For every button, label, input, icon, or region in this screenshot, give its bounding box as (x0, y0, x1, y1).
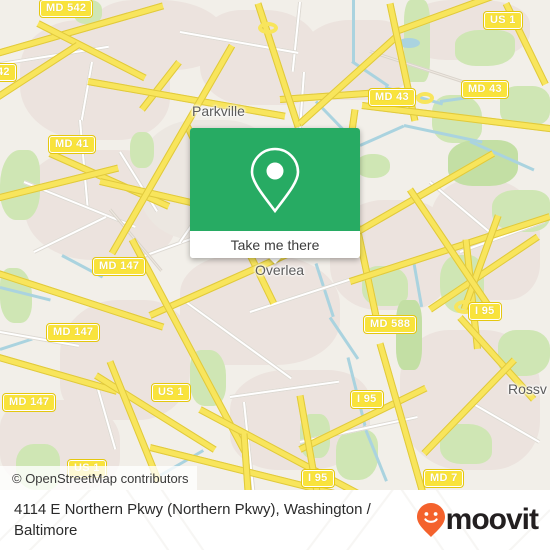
road-shield: MD 7 (422, 469, 465, 488)
park-area (336, 430, 378, 480)
take-me-there-label: Take me there (230, 236, 320, 253)
road-shield: MD 588 (362, 315, 418, 334)
road-shield: US 1 (483, 11, 523, 30)
road-shield: MD 41 (48, 135, 96, 154)
moovit-brand[interactable]: moovit (416, 502, 539, 538)
take-me-there-button[interactable]: Take me there (190, 231, 360, 258)
water-line (359, 124, 405, 147)
park-area (455, 30, 515, 66)
road-shield: I 95 (350, 390, 384, 409)
map-attribution[interactable]: © OpenStreetMap contributors (0, 466, 197, 490)
roundabout (416, 92, 434, 104)
roundabout (258, 22, 278, 34)
place-label-rossville: Rossv (508, 381, 547, 397)
map-pin-icon (250, 147, 300, 213)
location-popup-card[interactable]: Take me there (190, 128, 360, 258)
place-label-parkville: Parkville (192, 103, 245, 119)
road-shield: MD 147 (45, 323, 101, 342)
map-canvas[interactable]: Parkville Overlea Rossv MD 542 US 1 42 M… (0, 0, 550, 490)
road-shield: MD 43 (368, 88, 416, 107)
attribution-text: © OpenStreetMap contributors (12, 470, 189, 486)
moovit-smiley-pin-icon (416, 503, 445, 537)
road-shield: US 1 (151, 383, 191, 402)
map-screenshot: Parkville Overlea Rossv MD 542 US 1 42 M… (0, 0, 550, 550)
park-area (130, 132, 154, 168)
water-line (352, 0, 355, 62)
road-shield: I 95 (301, 469, 335, 488)
location-title: 4114 E Northern Pkwy (Northern Pkwy), Wa… (14, 501, 371, 539)
road-shield: MD 43 (461, 80, 509, 99)
road-shield: I 95 (468, 302, 502, 321)
park-area (356, 154, 390, 178)
footer-bar: 4114 E Northern Pkwy (Northern Pkwy), Wa… (0, 490, 550, 550)
water-line (0, 337, 33, 351)
park-area (396, 300, 422, 370)
road-shield: MD 147 (91, 257, 147, 276)
popup-hero (190, 128, 360, 231)
popup-tail (268, 257, 282, 264)
moovit-wordmark: moovit (445, 503, 539, 536)
road-shield: MD 147 (1, 393, 57, 412)
road-shield: 42 (0, 63, 17, 82)
place-label-overlea: Overlea (255, 262, 305, 278)
road-shield: MD 542 (38, 0, 94, 18)
